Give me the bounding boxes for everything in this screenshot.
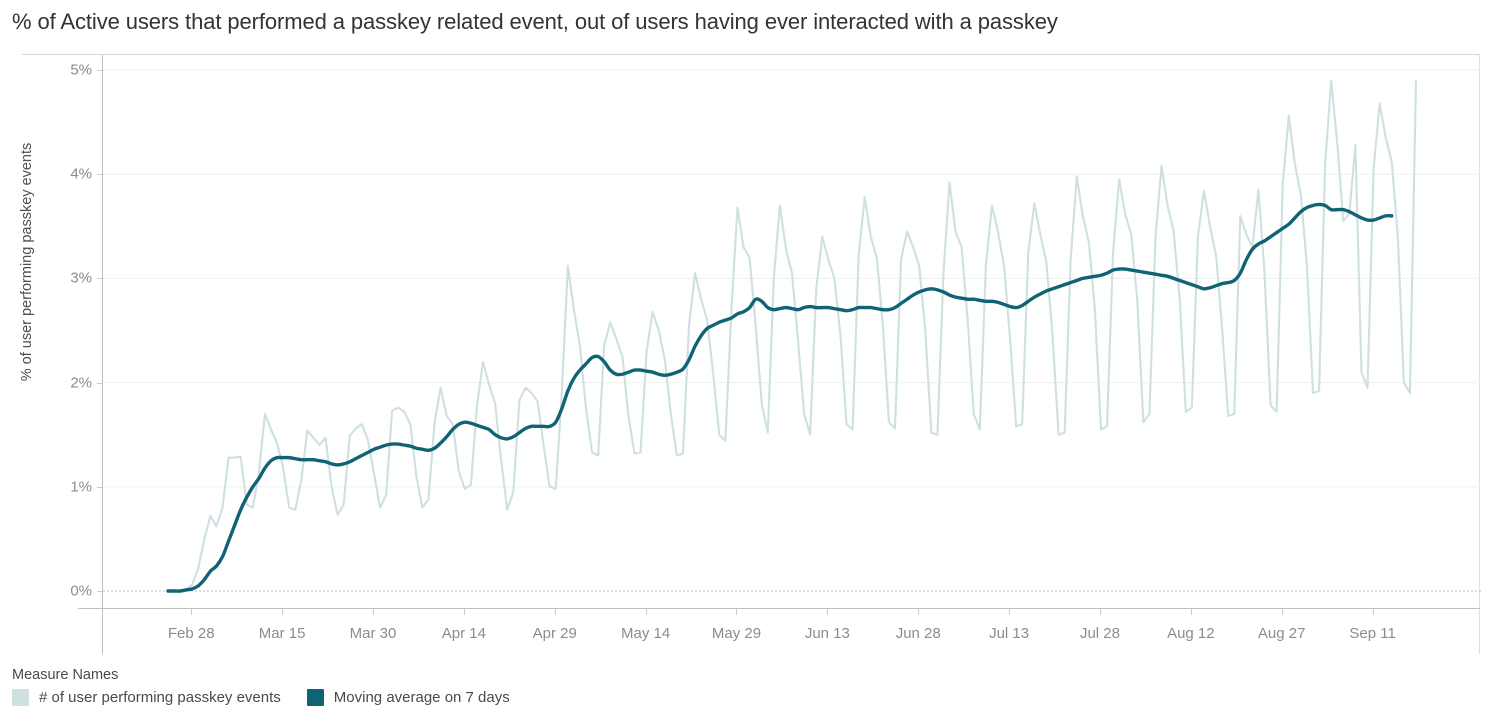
- series-line-daily-events: [166, 79, 1418, 593]
- x-axis-tick-mark: [827, 609, 829, 615]
- legend-items: # of user performing passkey events Movin…: [12, 689, 1492, 706]
- legend-color-swatch[interactable]: [306, 689, 324, 706]
- visualization-root: % of Active users that performed a passk…: [0, 0, 1500, 721]
- x-axis-tick-label: Feb 28: [167, 625, 215, 642]
- page-title: % of Active users that performed a passk…: [12, 9, 1058, 34]
- x-axis-tick-label: Jun 13: [804, 625, 850, 642]
- y-axis-tick-label: 0%: [70, 582, 92, 600]
- legend-item[interactable]: # of user performing passkey events: [12, 689, 281, 706]
- x-axis-tick-mark: [282, 609, 284, 615]
- x-axis-left-stub: [78, 608, 102, 609]
- x-axis-tick-mark: [918, 609, 920, 615]
- y-axis-title: % of user performing passkey events: [19, 142, 35, 382]
- x-axis-tick-label: Mar 15: [258, 625, 306, 642]
- x-axis-tick-label: Apr 29: [532, 625, 577, 642]
- x-axis-tick-label: Mar 30: [349, 625, 397, 642]
- x-axis-tick-label: May 14: [620, 625, 671, 642]
- x-axis-tick-mark: [372, 609, 374, 615]
- x-axis-tick-label: Jun 28: [895, 625, 941, 642]
- x-axis-tick-mark: [736, 609, 738, 615]
- y-axis: % of user performing passkey events 0% 1%…: [0, 55, 102, 608]
- x-axis-tick-label: Apr 14: [441, 625, 486, 642]
- x-axis-tick-mark: [191, 609, 193, 615]
- x-axis-tick-mark: [463, 609, 465, 615]
- legend-color-swatch[interactable]: [12, 689, 29, 706]
- x-axis-tick-label: Jul 28: [1079, 625, 1120, 642]
- y-axis-tick-label: 5%: [70, 61, 92, 79]
- y-axis-tick-label: 1%: [70, 478, 92, 496]
- x-axis: Feb 28 Mar 15 Mar 30 Apr 14 Apr 29 May 14 May …: [102, 608, 1480, 654]
- legend-item[interactable]: Moving average on 7 days: [306, 689, 510, 706]
- legend: Measure Names # of user performing passk…: [12, 667, 1492, 706]
- x-axis-tick-label: Aug 12: [1167, 625, 1215, 642]
- y-axis-tick-label: 3%: [70, 269, 92, 287]
- x-axis-tick-label: May 29: [711, 625, 762, 642]
- series-line-moving-average: [166, 202, 1394, 593]
- legend-item-label: Moving average on 7 days: [333, 689, 510, 706]
- x-axis-tick-label: Aug 27: [1257, 625, 1306, 642]
- x-axis-tick-mark: [1099, 609, 1101, 615]
- x-axis-tick-mark: [554, 609, 556, 615]
- chart-canvas: [103, 69, 1481, 593]
- x-axis-tick-mark: [1281, 609, 1283, 615]
- y-axis-tick-label: 4%: [70, 165, 92, 183]
- x-axis-tick-label: Jul 13: [989, 625, 1030, 642]
- plot-area: [102, 55, 1481, 608]
- legend-item-label: # of user performing passkey events: [39, 689, 281, 706]
- x-axis-tick-mark: [1372, 609, 1374, 615]
- y-axis-tick-label: 2%: [70, 374, 92, 392]
- x-axis-tick-mark: [1009, 609, 1011, 615]
- x-axis-tick-mark: [645, 609, 647, 615]
- x-axis-tick-mark: [1190, 609, 1192, 615]
- legend-title: Measure Names: [12, 667, 119, 683]
- x-axis-tick-label: Sep 11: [1349, 625, 1396, 642]
